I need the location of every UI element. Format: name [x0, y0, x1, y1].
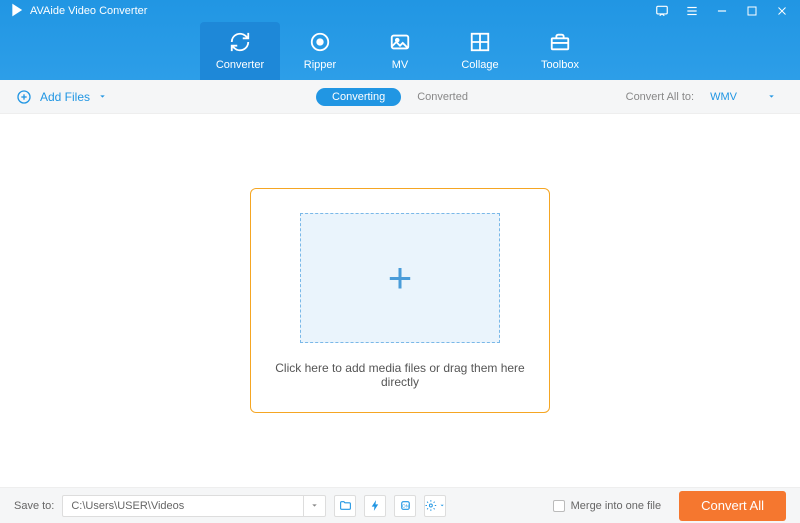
convert-all-to: Convert All to: WMV — [626, 88, 784, 106]
high-speed-button[interactable]: ON — [394, 495, 416, 517]
minimize-icon[interactable] — [714, 3, 730, 19]
app-logo: AVAide Video Converter — [10, 3, 147, 20]
gpu-accel-button[interactable] — [364, 495, 386, 517]
toolbox-icon — [549, 31, 571, 53]
feedback-icon[interactable] — [654, 3, 670, 19]
save-path-field — [62, 495, 326, 517]
speed-icon: ON — [399, 499, 412, 512]
play-icon — [10, 3, 24, 20]
ripper-icon — [309, 31, 331, 53]
tab-converter[interactable]: Converter — [200, 22, 280, 80]
menu-icon[interactable] — [684, 3, 700, 19]
checkbox-icon — [553, 500, 565, 512]
mv-icon — [389, 31, 411, 53]
footer: Save to: ON Merge into one file Convert … — [0, 487, 800, 523]
folder-icon — [339, 499, 352, 512]
close-icon[interactable] — [774, 3, 790, 19]
app-title: AVAide Video Converter — [30, 5, 147, 17]
dropzone[interactable]: + Click here to add media files or drag … — [250, 188, 550, 413]
merge-label: Merge into one file — [571, 500, 662, 512]
main-tabs: Converter Ripper MV Collage Toolbox — [0, 22, 800, 80]
chevron-down-icon — [98, 92, 107, 101]
tab-label: Collage — [461, 59, 498, 71]
format-value: WMV — [710, 91, 737, 103]
add-files-button[interactable]: Add Files — [16, 89, 107, 105]
lightning-icon — [369, 499, 382, 512]
format-select[interactable]: WMV — [702, 88, 784, 106]
chevron-down-icon — [439, 502, 445, 509]
collage-icon — [469, 31, 491, 53]
tab-label: Converter — [216, 59, 264, 71]
convert-all-button[interactable]: Convert All — [679, 491, 786, 521]
tab-collage[interactable]: Collage — [440, 22, 520, 80]
tab-toolbox[interactable]: Toolbox — [520, 22, 600, 80]
status-tabs: Converting Converted — [316, 88, 484, 106]
save-path-input[interactable] — [63, 500, 303, 512]
header: AVAide Video Converter Converter Ripper … — [0, 0, 800, 80]
window-controls — [654, 3, 790, 19]
drop-rectangle: + — [300, 213, 500, 343]
chevron-down-icon — [767, 92, 776, 101]
converter-icon — [229, 31, 251, 53]
add-files-label: Add Files — [40, 90, 90, 104]
open-folder-button[interactable] — [334, 495, 356, 517]
tab-label: Ripper — [304, 59, 336, 71]
tab-label: Toolbox — [541, 59, 579, 71]
save-to-label: Save to: — [14, 500, 54, 512]
save-path-dropdown[interactable] — [303, 496, 325, 516]
settings-button[interactable] — [424, 495, 446, 517]
tab-mv[interactable]: MV — [360, 22, 440, 80]
tab-converting[interactable]: Converting — [316, 88, 401, 106]
svg-text:ON: ON — [402, 504, 410, 510]
sub-toolbar: Add Files Converting Converted Convert A… — [0, 80, 800, 114]
chevron-down-icon — [310, 501, 319, 510]
convert-all-label: Convert All to: — [626, 91, 694, 103]
plus-icon: + — [388, 257, 413, 299]
dropzone-text: Click here to add media files or drag th… — [271, 361, 529, 389]
titlebar: AVAide Video Converter — [0, 0, 800, 22]
tab-converted[interactable]: Converted — [401, 88, 484, 106]
plus-circle-icon — [16, 89, 32, 105]
maximize-icon[interactable] — [744, 3, 760, 19]
tab-label: MV — [392, 59, 409, 71]
main-area: + Click here to add media files or drag … — [0, 114, 800, 487]
tab-ripper[interactable]: Ripper — [280, 22, 360, 80]
gear-icon — [425, 499, 437, 512]
merge-checkbox[interactable]: Merge into one file — [553, 500, 662, 512]
